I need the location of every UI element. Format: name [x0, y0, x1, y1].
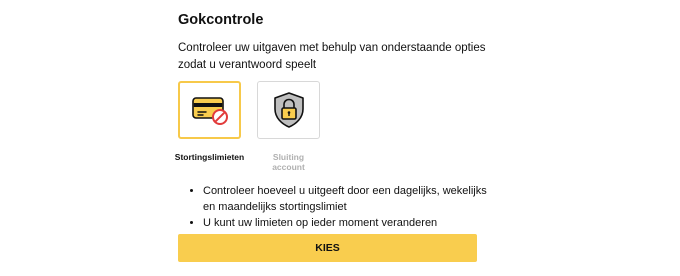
option-label-close-account[interactable]: Sluiting account	[257, 152, 320, 172]
list-item: Controleer hoeveel u uitgeeft door een d…	[203, 183, 488, 215]
option-close-account[interactable]	[257, 81, 320, 139]
credit-card-blocked-icon	[191, 97, 228, 125]
responsible-gaming-panel: Gokcontrole Controleer uw uitgaven met b…	[0, 0, 680, 276]
option-label-deposit-limits[interactable]: Stortingslimieten	[166, 152, 253, 162]
description-text: Controleer uw uitgaven met behulp van on…	[178, 42, 486, 71]
shield-lock-icon	[273, 92, 304, 128]
kies-button[interactable]: KIES	[178, 234, 477, 262]
list-item: U kunt uw limieten op ieder moment veran…	[203, 215, 488, 231]
info-list: Controleer hoeveel u uitgeeft door een d…	[178, 183, 488, 231]
option-deposit-limits[interactable]	[178, 81, 241, 139]
page-title: Gokcontrole	[178, 12, 264, 28]
